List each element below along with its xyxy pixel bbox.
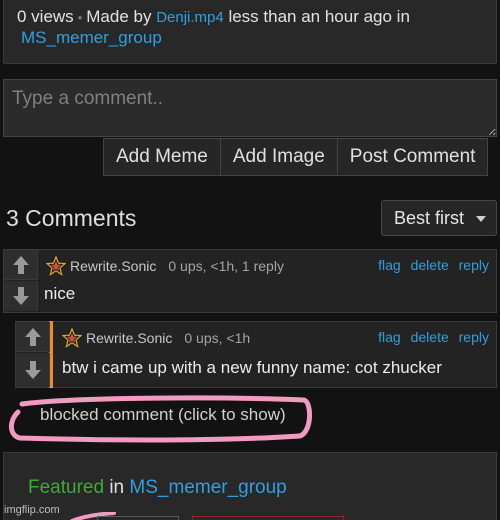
comment-text: btw i came up with a new funny name: cot… [62, 358, 442, 377]
flag-link[interactable]: flag [378, 257, 401, 273]
featured-in-label: in [109, 477, 125, 498]
arrow-down-icon [12, 287, 29, 305]
made-by-label: Made by [86, 7, 152, 26]
add-image-button[interactable]: Add Image [219, 138, 338, 176]
comment-username[interactable]: Rewrite.Sonic [86, 330, 172, 346]
views-count: 0 views [17, 7, 74, 26]
rainbow-star-icon [62, 328, 82, 348]
comment-meta: Rewrite.Sonic 0 ups, <1h, 1 reply [46, 256, 284, 276]
author-link[interactable]: Denji.mp4 [156, 9, 224, 26]
comment-text: nice [44, 284, 76, 303]
comment-stats: 0 ups, <1h [184, 330, 251, 346]
post-stats-line: 0 views • Made by Denji.mp4 less than an h… [17, 7, 410, 27]
bottom-button-edge-red[interactable] [192, 516, 344, 520]
downvote-button[interactable] [4, 281, 38, 311]
flag-link[interactable]: flag [378, 329, 401, 345]
watermark-text: imgflip.com [4, 504, 60, 516]
featured-stream-link[interactable]: MS_memer_group [129, 477, 286, 498]
reply-comment-item: Rewrite.Sonic 0 ups, <1h flag delete rep… [15, 321, 497, 388]
comment-actions: flag delete reply [372, 257, 489, 273]
featured-line: Featured in MS_memer_group [28, 477, 287, 499]
arrow-up-icon [24, 327, 41, 346]
blocked-comment-toggle[interactable]: blocked comment (click to show) [40, 405, 286, 425]
post-info-panel: 0 views • Made by Denji.mp4 less than an h… [3, 0, 497, 64]
caret-down-icon [476, 216, 486, 222]
featured-label: Featured [28, 477, 105, 498]
separator-dot: • [77, 10, 83, 25]
arrow-down-icon [24, 361, 41, 379]
bottom-button-edge[interactable] [97, 516, 179, 520]
comment-stats: 0 ups, <1h, 1 reply [168, 258, 284, 274]
sort-dropdown[interactable]: Best first [381, 200, 497, 236]
featured-panel: Featured in MS_memer_group [3, 452, 497, 520]
comment-meta: Rewrite.Sonic 0 ups, <1h [62, 328, 250, 348]
comment-username[interactable]: Rewrite.Sonic [70, 258, 156, 274]
comment-item: Rewrite.Sonic 0 ups, <1h, 1 reply flag d… [3, 249, 497, 313]
upvote-button[interactable] [4, 250, 38, 280]
arrow-up-icon [12, 255, 29, 274]
sort-label: Best first [394, 208, 465, 228]
delete-link[interactable]: delete [411, 329, 449, 345]
post-comment-button[interactable]: Post Comment [336, 138, 489, 176]
reply-link[interactable]: reply [459, 257, 489, 273]
stream-link[interactable]: MS_memer_group [21, 28, 162, 48]
comment-actions: flag delete reply [372, 329, 489, 345]
comments-count-heading: 3 Comments [6, 205, 137, 231]
comment-form-buttons: Add Meme Add Image Post Comment [103, 138, 489, 176]
add-meme-button[interactable]: Add Meme [103, 138, 221, 176]
time-label: less than an hour ago in [228, 7, 410, 26]
upvote-button[interactable] [16, 322, 50, 352]
reply-link[interactable]: reply [459, 329, 489, 345]
rainbow-star-icon [46, 256, 66, 276]
downvote-button[interactable] [16, 353, 50, 387]
delete-link[interactable]: delete [411, 257, 449, 273]
comment-input[interactable] [3, 79, 497, 137]
